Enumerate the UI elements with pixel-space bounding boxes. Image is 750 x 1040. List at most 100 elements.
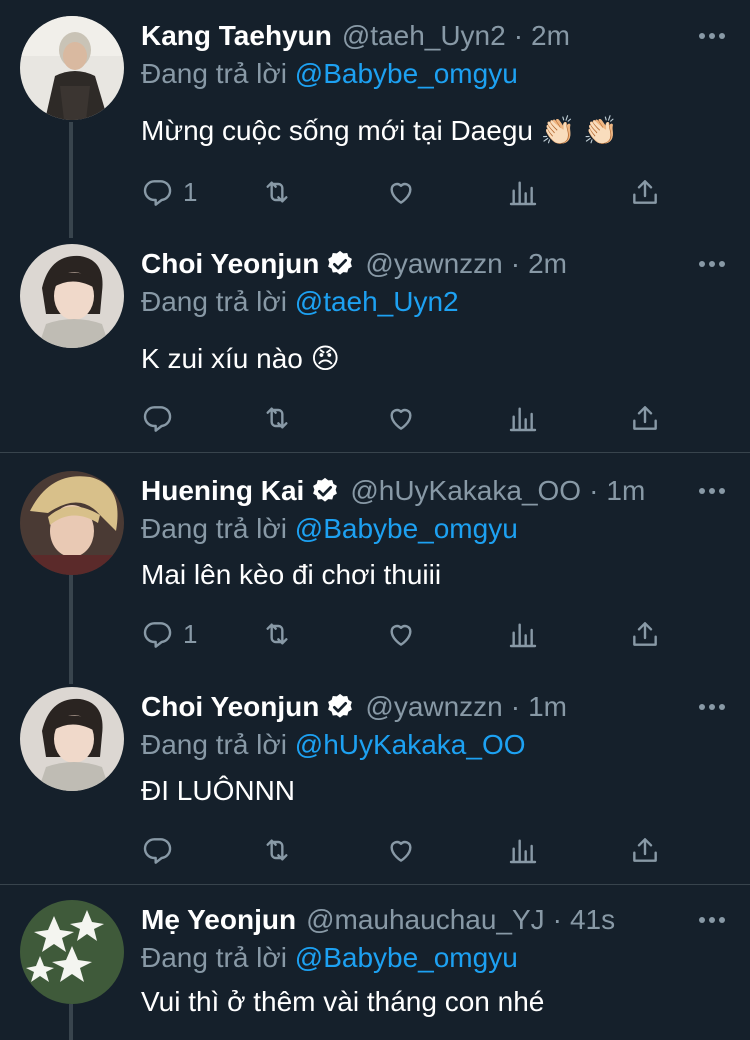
reply-prefix: Đang trả lời — [141, 286, 287, 317]
avatar[interactable] — [20, 687, 124, 791]
avatar[interactable] — [20, 900, 124, 1004]
username[interactable]: @mauhauchau_YJ — [306, 904, 545, 936]
like-button[interactable] — [385, 174, 417, 210]
reply-prefix: Đang trả lời — [141, 729, 287, 760]
share-button[interactable] — [629, 400, 661, 436]
tweet-text: ĐI LUÔNNN — [141, 775, 296, 806]
share-icon — [633, 406, 657, 430]
reply-mention[interactable]: @hUyKakaka_OO — [295, 729, 526, 760]
analytics-button[interactable] — [507, 174, 539, 210]
display-name[interactable]: Huening Kai — [141, 475, 304, 507]
reply-mention[interactable]: @Babybe_omgyu — [295, 942, 518, 973]
analytics-icon — [509, 623, 537, 648]
thread-line — [69, 1004, 73, 1040]
timestamp[interactable]: 1m — [606, 475, 645, 507]
share-button[interactable] — [629, 174, 661, 210]
display-name[interactable]: Mẹ Yeonjun — [141, 904, 296, 936]
retweet-button[interactable] — [261, 400, 293, 436]
tweet-text: Mừng cuộc sống mới tại Daegu 👏🏻 👏🏻 — [141, 115, 619, 146]
reply-count: 1 — [183, 618, 198, 649]
reply-context: Đang trả lời @Babybe_omgyu — [141, 58, 518, 90]
analytics-button[interactable] — [507, 400, 539, 436]
more-icon[interactable] — [698, 906, 726, 934]
display-name[interactable]: Kang Taehyun — [141, 20, 332, 52]
tweet-header: Choi Yeonjun @yawnzzn · 1m — [141, 687, 730, 727]
tweet-actions: 1 — [141, 616, 661, 652]
retweet-icon — [266, 407, 288, 429]
verified-icon — [328, 693, 353, 718]
username[interactable]: @yawnzzn — [365, 691, 502, 723]
reply-mention[interactable]: @Babybe_omgyu — [295, 58, 518, 89]
timestamp[interactable]: 1m — [528, 691, 567, 723]
retweet-button[interactable] — [261, 174, 293, 210]
reply-prefix: Đang trả lời — [141, 58, 287, 89]
reply-count: 1 — [183, 176, 198, 207]
more-icon[interactable] — [698, 250, 726, 278]
verified-icon — [328, 250, 353, 275]
divider — [0, 452, 750, 453]
reply-context: Đang trả lời @Babybe_omgyu — [141, 942, 518, 974]
username[interactable]: @taeh_Uyn2 — [342, 20, 506, 52]
analytics-button[interactable] — [507, 616, 539, 652]
separator-dot: · — [510, 691, 521, 722]
reply-button[interactable]: 1 — [141, 174, 197, 210]
share-button[interactable] — [629, 832, 661, 868]
reply-button[interactable] — [141, 400, 183, 436]
like-icon — [390, 182, 412, 204]
separator-dot: · — [552, 904, 562, 935]
like-button[interactable] — [385, 400, 417, 436]
retweet-button[interactable] — [261, 616, 293, 652]
like-button[interactable] — [385, 616, 417, 652]
tweet-text: Vui thì ở thêm vài tháng con nhé — [141, 986, 545, 1017]
separator-dot: · — [513, 20, 524, 51]
tweet-header: Choi Yeonjun @yawnzzn · 2m — [141, 244, 730, 284]
analytics-icon — [509, 407, 537, 432]
timestamp[interactable]: 2m — [531, 20, 570, 52]
timestamp[interactable]: 41s — [570, 904, 615, 936]
like-icon — [390, 840, 412, 862]
retweet-button[interactable] — [261, 832, 293, 868]
separator-dot: · — [589, 475, 599, 506]
reply-context: Đang trả lời @Babybe_omgyu — [141, 513, 518, 545]
analytics-button[interactable] — [507, 832, 539, 868]
more-icon[interactable] — [698, 693, 726, 721]
reply-mention[interactable]: @Babybe_omgyu — [295, 513, 518, 544]
retweet-icon — [266, 623, 288, 645]
verified-icon — [313, 477, 338, 502]
avatar[interactable] — [20, 244, 124, 348]
retweet-icon — [266, 181, 288, 203]
reply-icon — [143, 180, 172, 206]
avatar[interactable] — [20, 471, 124, 575]
tweet-actions: 1 — [141, 174, 661, 210]
reply-mention[interactable]: @taeh_Uyn2 — [295, 286, 459, 317]
reply-prefix: Đang trả lời — [141, 513, 287, 544]
reply-icon — [143, 622, 172, 648]
like-button[interactable] — [385, 832, 417, 868]
share-button[interactable] — [629, 616, 661, 652]
like-icon — [390, 624, 412, 646]
tweet-text: Mai lên kèo đi chơi thuiii — [141, 559, 442, 590]
retweet-icon — [266, 839, 288, 861]
avatar[interactable] — [20, 16, 124, 120]
more-icon[interactable] — [698, 477, 726, 505]
more-icon[interactable] — [698, 22, 726, 50]
tweet-header: Huening Kai @hUyKakaka_OO · 1m — [141, 471, 730, 511]
analytics-icon — [509, 839, 537, 864]
reply-button[interactable]: 1 — [141, 616, 197, 652]
tweet-header: Kang Taehyun @taeh_Uyn2 · 2m — [141, 16, 730, 56]
display-name[interactable]: Choi Yeonjun — [141, 248, 319, 280]
divider — [0, 884, 750, 885]
reply-icon — [143, 406, 172, 432]
username[interactable]: @hUyKakaka_OO — [350, 475, 581, 507]
timestamp[interactable]: 2m — [528, 248, 567, 280]
like-icon — [390, 408, 412, 430]
analytics-icon — [509, 181, 537, 206]
reply-context: Đang trả lời @taeh_Uyn2 — [141, 286, 459, 318]
display-name[interactable]: Choi Yeonjun — [141, 691, 319, 723]
reply-context: Đang trả lời @hUyKakaka_OO — [141, 729, 526, 761]
reply-prefix: Đang trả lời — [141, 942, 287, 973]
separator-dot: · — [510, 248, 521, 279]
reply-icon — [143, 838, 172, 864]
username[interactable]: @yawnzzn — [365, 248, 502, 280]
reply-button[interactable] — [141, 832, 183, 868]
